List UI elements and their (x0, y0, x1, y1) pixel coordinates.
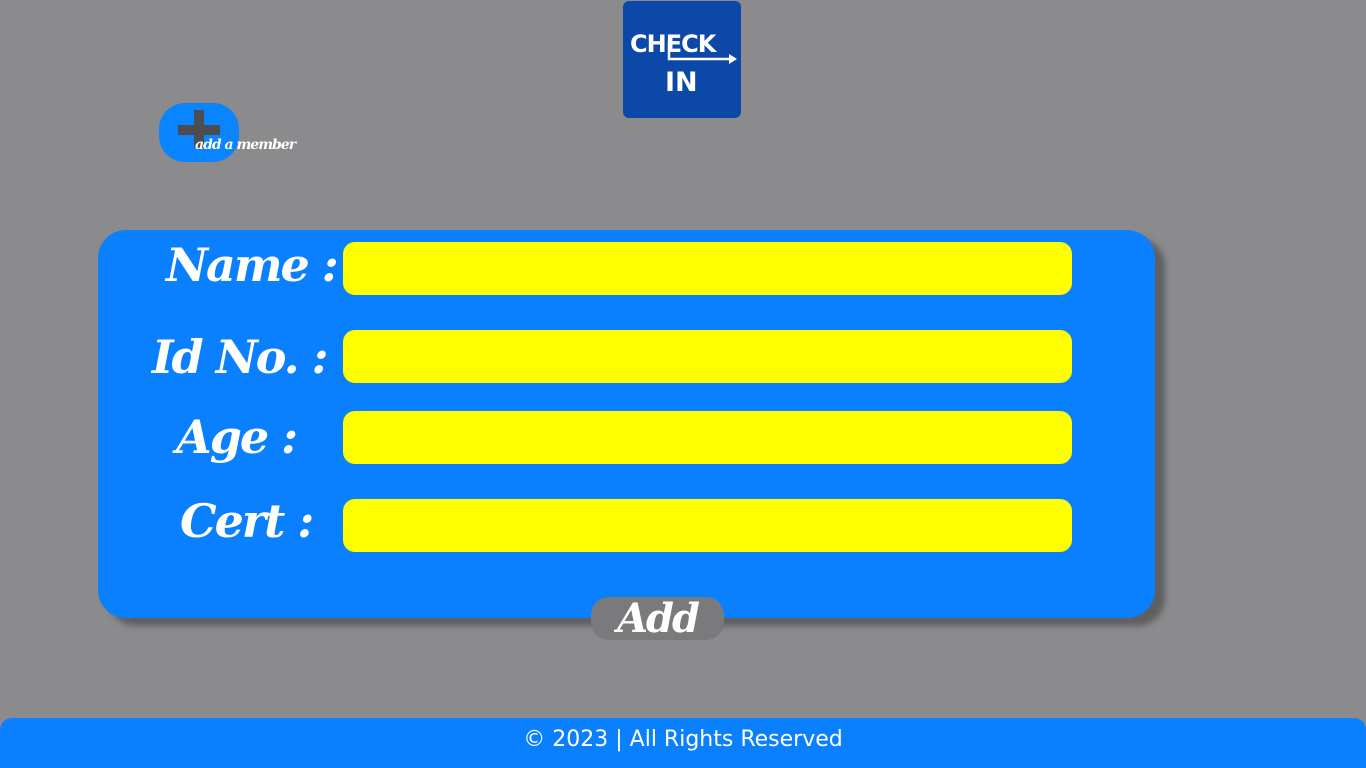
name-label: Name : (166, 238, 339, 292)
footer: © 2023 | All Rights Reserved (0, 718, 1366, 768)
add-button[interactable]: Add (591, 597, 724, 640)
check-in-logo: CHECK IN (623, 1, 741, 118)
age-label: Age : (176, 410, 298, 464)
member-form: Name : Id No. : Age : Cert : (98, 230, 1155, 618)
add-member-button[interactable]: add a member (159, 103, 296, 162)
arrow-icon (667, 41, 737, 64)
cert-input[interactable] (343, 499, 1072, 552)
age-input[interactable] (343, 411, 1072, 464)
id-number-label: Id No. : (152, 330, 329, 384)
cert-label: Cert : (180, 494, 314, 548)
copyright-text: © 2023 | All Rights Reserved (523, 727, 843, 752)
logo-text-line2: IN (665, 67, 698, 98)
name-input[interactable] (343, 242, 1072, 295)
add-member-label: add a member (195, 137, 296, 153)
id-number-input[interactable] (343, 330, 1072, 383)
